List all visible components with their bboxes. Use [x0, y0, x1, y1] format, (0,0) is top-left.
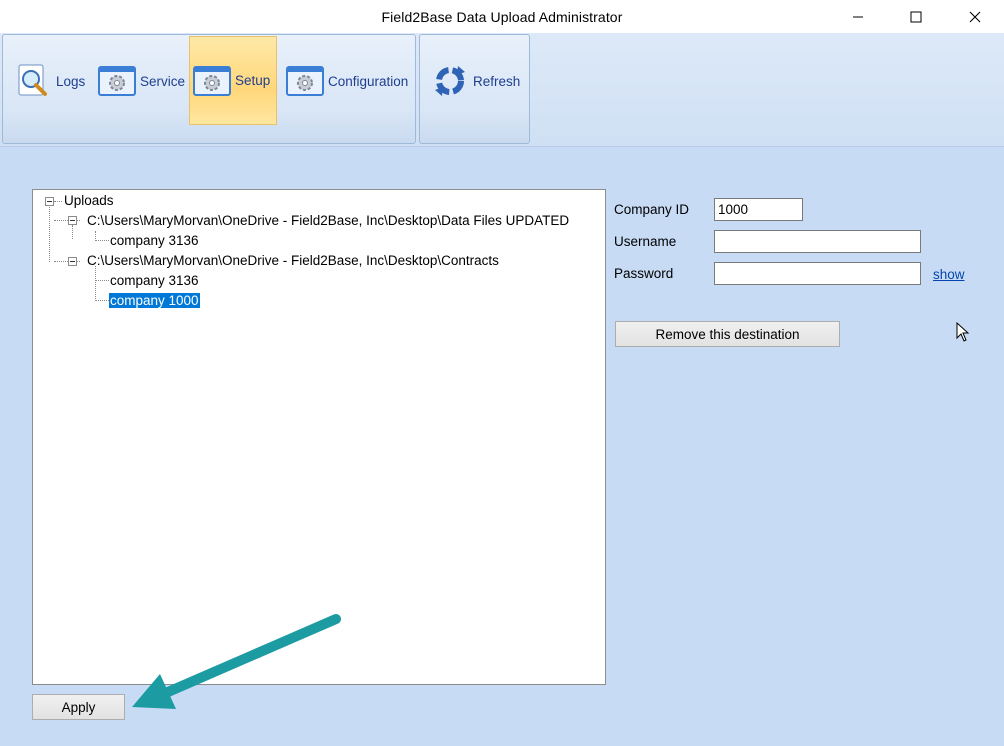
tree-connector: [54, 220, 68, 221]
refresh-arrows-icon: [435, 66, 465, 96]
apply-button[interactable]: Apply: [32, 694, 125, 720]
uploads-tree[interactable]: Uploads C:\Users\MaryMorvan\OneDrive - F…: [32, 189, 606, 685]
tree-item-company-3136[interactable]: company 3136: [110, 272, 199, 290]
tree-connector: [95, 280, 109, 281]
maximize-icon: [910, 11, 922, 22]
gear-window-icon: [286, 66, 324, 96]
magnifier-document-icon: [18, 64, 47, 96]
show-password-link[interactable]: show: [933, 267, 965, 282]
username-label: Username: [614, 234, 677, 249]
setup-label: Setup: [235, 73, 271, 88]
maximize-button[interactable]: [893, 0, 939, 33]
company-id-label: Company ID: [614, 202, 690, 217]
tree-connector: [95, 231, 96, 241]
tree-folder-contracts[interactable]: C:\Users\MaryMorvan\OneDrive - Field2Bas…: [87, 252, 499, 270]
remove-destination-button[interactable]: Remove this destination: [615, 321, 840, 347]
collapse-icon[interactable]: [45, 197, 54, 206]
setup-button[interactable]: Setup: [189, 36, 277, 125]
tree-connector: [54, 201, 62, 202]
ribbon-toolbar: Logs Service Setup Configuration Refresh: [0, 33, 1004, 146]
logs-label: Logs: [56, 73, 86, 89]
configuration-label: Configuration: [328, 73, 409, 89]
ribbon-group-main: Logs Service Setup Configuration: [2, 34, 416, 144]
gear-window-icon: [193, 65, 231, 96]
service-label: Service: [140, 73, 186, 89]
tree-connector: [95, 240, 109, 241]
title-bar: Field2Base Data Upload Administrator: [0, 0, 1004, 33]
ribbon-group-refresh: Refresh: [419, 34, 530, 144]
tree-item-company-3136[interactable]: company 3136: [110, 232, 199, 250]
service-button[interactable]: Service: [95, 37, 188, 125]
password-label: Password: [614, 266, 674, 281]
close-icon: [969, 11, 981, 22]
collapse-icon[interactable]: [68, 257, 77, 266]
tree-folder-data-files[interactable]: C:\Users\MaryMorvan\OneDrive - Field2Bas…: [87, 212, 569, 230]
close-button[interactable]: [952, 0, 998, 33]
tree-connector: [54, 261, 68, 262]
collapse-icon[interactable]: [68, 216, 77, 225]
mouse-cursor-icon: [956, 322, 970, 342]
password-field[interactable]: [714, 262, 921, 285]
logs-button[interactable]: Logs: [13, 37, 88, 125]
tree-item-company-1000-selected[interactable]: company 1000: [109, 292, 200, 310]
refresh-button[interactable]: Refresh: [428, 37, 523, 125]
tree-root-uploads[interactable]: Uploads: [64, 192, 114, 210]
minimize-icon: [853, 16, 863, 17]
company-id-field[interactable]: [714, 198, 803, 221]
tree-connector: [95, 300, 109, 301]
tree-item-selected-label: company 1000: [109, 293, 200, 308]
refresh-label: Refresh: [473, 73, 521, 89]
minimize-button[interactable]: [835, 0, 881, 33]
tree-connector: [72, 225, 73, 239]
gear-window-icon: [98, 66, 136, 96]
tree-connector: [49, 207, 50, 262]
configuration-button[interactable]: Configuration: [283, 37, 411, 125]
tree-connector: [95, 266, 96, 301]
username-field[interactable]: [714, 230, 921, 253]
